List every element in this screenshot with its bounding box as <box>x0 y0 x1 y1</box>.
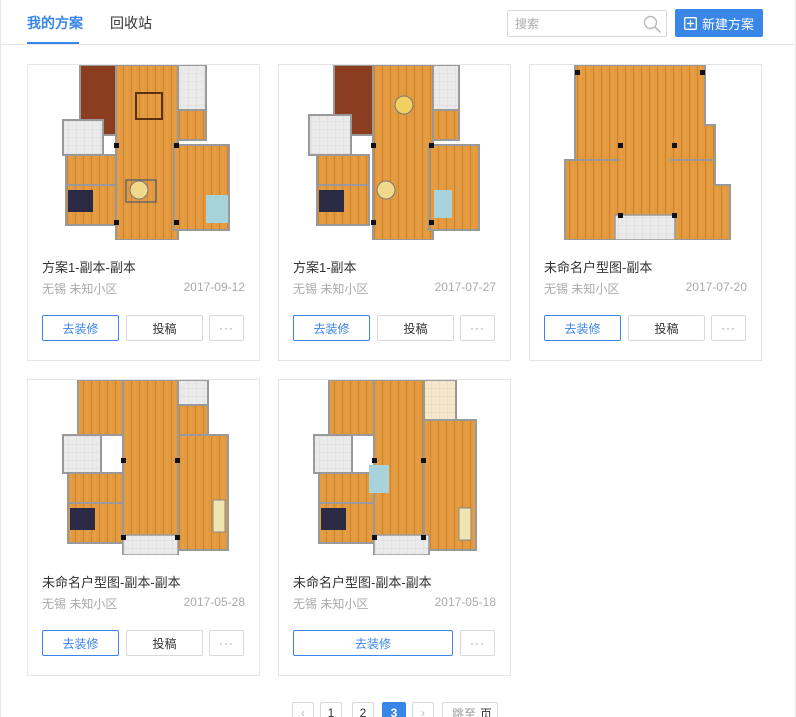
search-input[interactable] <box>508 11 638 36</box>
card-location: 无锡 未知小区 <box>42 597 118 611</box>
floorplan-thumbnail[interactable] <box>530 65 761 240</box>
floorplan-thumbnail[interactable] <box>279 65 510 240</box>
card-date: 2017-09-12 <box>183 280 245 294</box>
floorplan-thumbnail[interactable] <box>28 65 259 240</box>
plan-card[interactable]: 未命名户型图-副本-副本 无锡 未知小区 2017-05-28 去装修 投稿 ·… <box>27 379 260 676</box>
plan-card[interactable]: 未命名户型图-副本 无锡 未知小区 2017-07-20 去装修 投稿 ··· <box>529 64 762 361</box>
search-icon[interactable] <box>642 14 662 34</box>
tab-recycle-bin[interactable]: 回收站 <box>110 13 152 33</box>
decorate-button[interactable]: 去装修 <box>42 630 119 656</box>
pager-next-button[interactable]: › <box>412 702 434 717</box>
card-date: 2017-07-27 <box>434 280 496 294</box>
card-title: 未命名户型图-副本-副本 <box>42 575 181 590</box>
card-date: 2017-07-20 <box>685 280 747 294</box>
decorate-button[interactable]: 去装修 <box>293 315 370 341</box>
active-tab-underline <box>27 42 79 44</box>
card-location: 无锡 未知小区 <box>293 597 369 611</box>
plus-square-icon <box>684 16 697 30</box>
card-date: 2017-05-28 <box>183 595 245 609</box>
pager-goto-input[interactable]: 跳至 页 <box>442 702 498 717</box>
top-header: 我的方案 回收站 新建方案 <box>0 0 796 45</box>
tab-my-plans[interactable]: 我的方案 <box>27 13 83 33</box>
card-title: 方案1-副本 <box>293 260 357 275</box>
goto-prefix: 跳至 <box>452 706 477 717</box>
card-location: 无锡 未知小区 <box>544 282 620 296</box>
plan-card[interactable]: 方案1-副本 无锡 未知小区 2017-07-27 去装修 投稿 ··· <box>278 64 511 361</box>
more-button[interactable]: ··· <box>209 315 244 341</box>
pager-page-3-current[interactable]: 3 <box>382 702 406 717</box>
plan-card[interactable]: 方案1-副本-副本 无锡 未知小区 2017-09-12 去装修 投稿 ··· <box>27 64 260 361</box>
submit-button[interactable]: 投稿 <box>628 315 705 341</box>
card-title: 未命名户型图-副本-副本 <box>293 575 432 590</box>
card-title: 方案1-副本-副本 <box>42 260 136 275</box>
new-plan-button[interactable]: 新建方案 <box>675 9 763 37</box>
goto-suffix: 页 <box>480 706 493 717</box>
more-button[interactable]: ··· <box>209 630 244 656</box>
pager-page-1[interactable]: 1 <box>320 702 342 717</box>
more-button[interactable]: ··· <box>460 630 495 656</box>
search-box <box>507 10 667 37</box>
floorplan-thumbnail[interactable] <box>28 380 259 555</box>
pager-prev-button[interactable]: ‹ <box>292 702 314 717</box>
more-button[interactable]: ··· <box>460 315 495 341</box>
card-location: 无锡 未知小区 <box>293 282 369 296</box>
submit-button[interactable]: 投稿 <box>377 315 454 341</box>
card-location: 无锡 未知小区 <box>42 282 118 296</box>
decorate-button[interactable]: 去装修 <box>293 630 453 656</box>
floorplan-thumbnail[interactable] <box>279 380 510 555</box>
plan-card[interactable]: 未命名户型图-副本-副本 无锡 未知小区 2017-05-18 去装修 ··· <box>278 379 511 676</box>
card-title: 未命名户型图-副本 <box>544 260 653 275</box>
pager-page-2[interactable]: 2 <box>352 702 374 717</box>
more-button[interactable]: ··· <box>711 315 746 341</box>
card-date: 2017-05-18 <box>434 595 496 609</box>
submit-button[interactable]: 投稿 <box>126 630 203 656</box>
decorate-button[interactable]: 去装修 <box>42 315 119 341</box>
decorate-button[interactable]: 去装修 <box>544 315 621 341</box>
submit-button[interactable]: 投稿 <box>126 315 203 341</box>
new-plan-label: 新建方案 <box>701 16 754 32</box>
